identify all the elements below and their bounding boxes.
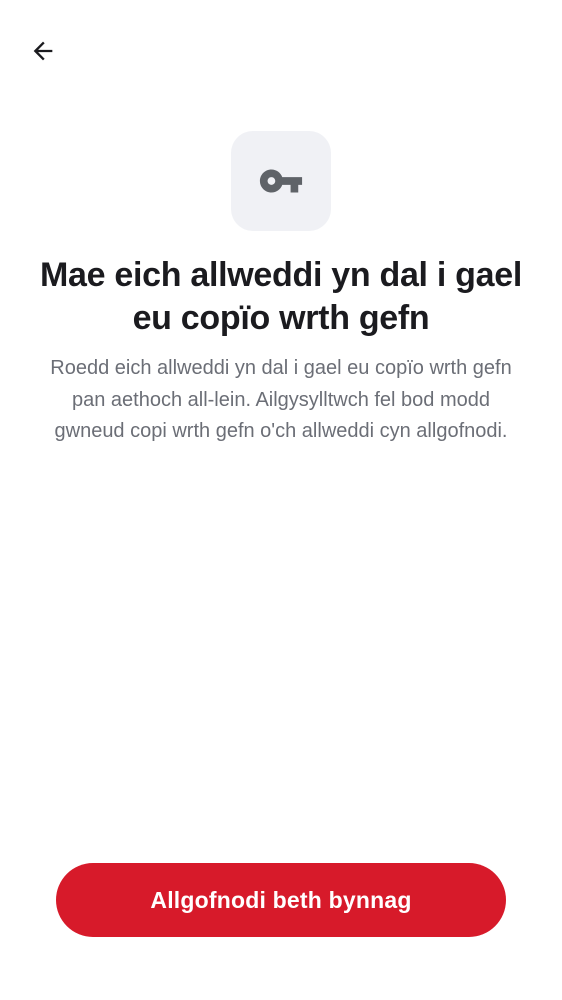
page-title: Mae eich allweddi yn dal i gael eu copïo… (40, 256, 522, 337)
key-icon (259, 169, 303, 193)
key-icon-tile (231, 131, 331, 231)
back-button[interactable] (20, 28, 66, 74)
arrow-left-icon (33, 41, 53, 61)
sign-out-anyway-button[interactable]: Allgofnodi beth bynnag (56, 863, 506, 937)
description-text: Roedd eich allweddi yn dal i gael eu cop… (50, 357, 512, 442)
screen: Mae eich allweddi yn dal i gael eu copïo… (0, 0, 562, 1000)
